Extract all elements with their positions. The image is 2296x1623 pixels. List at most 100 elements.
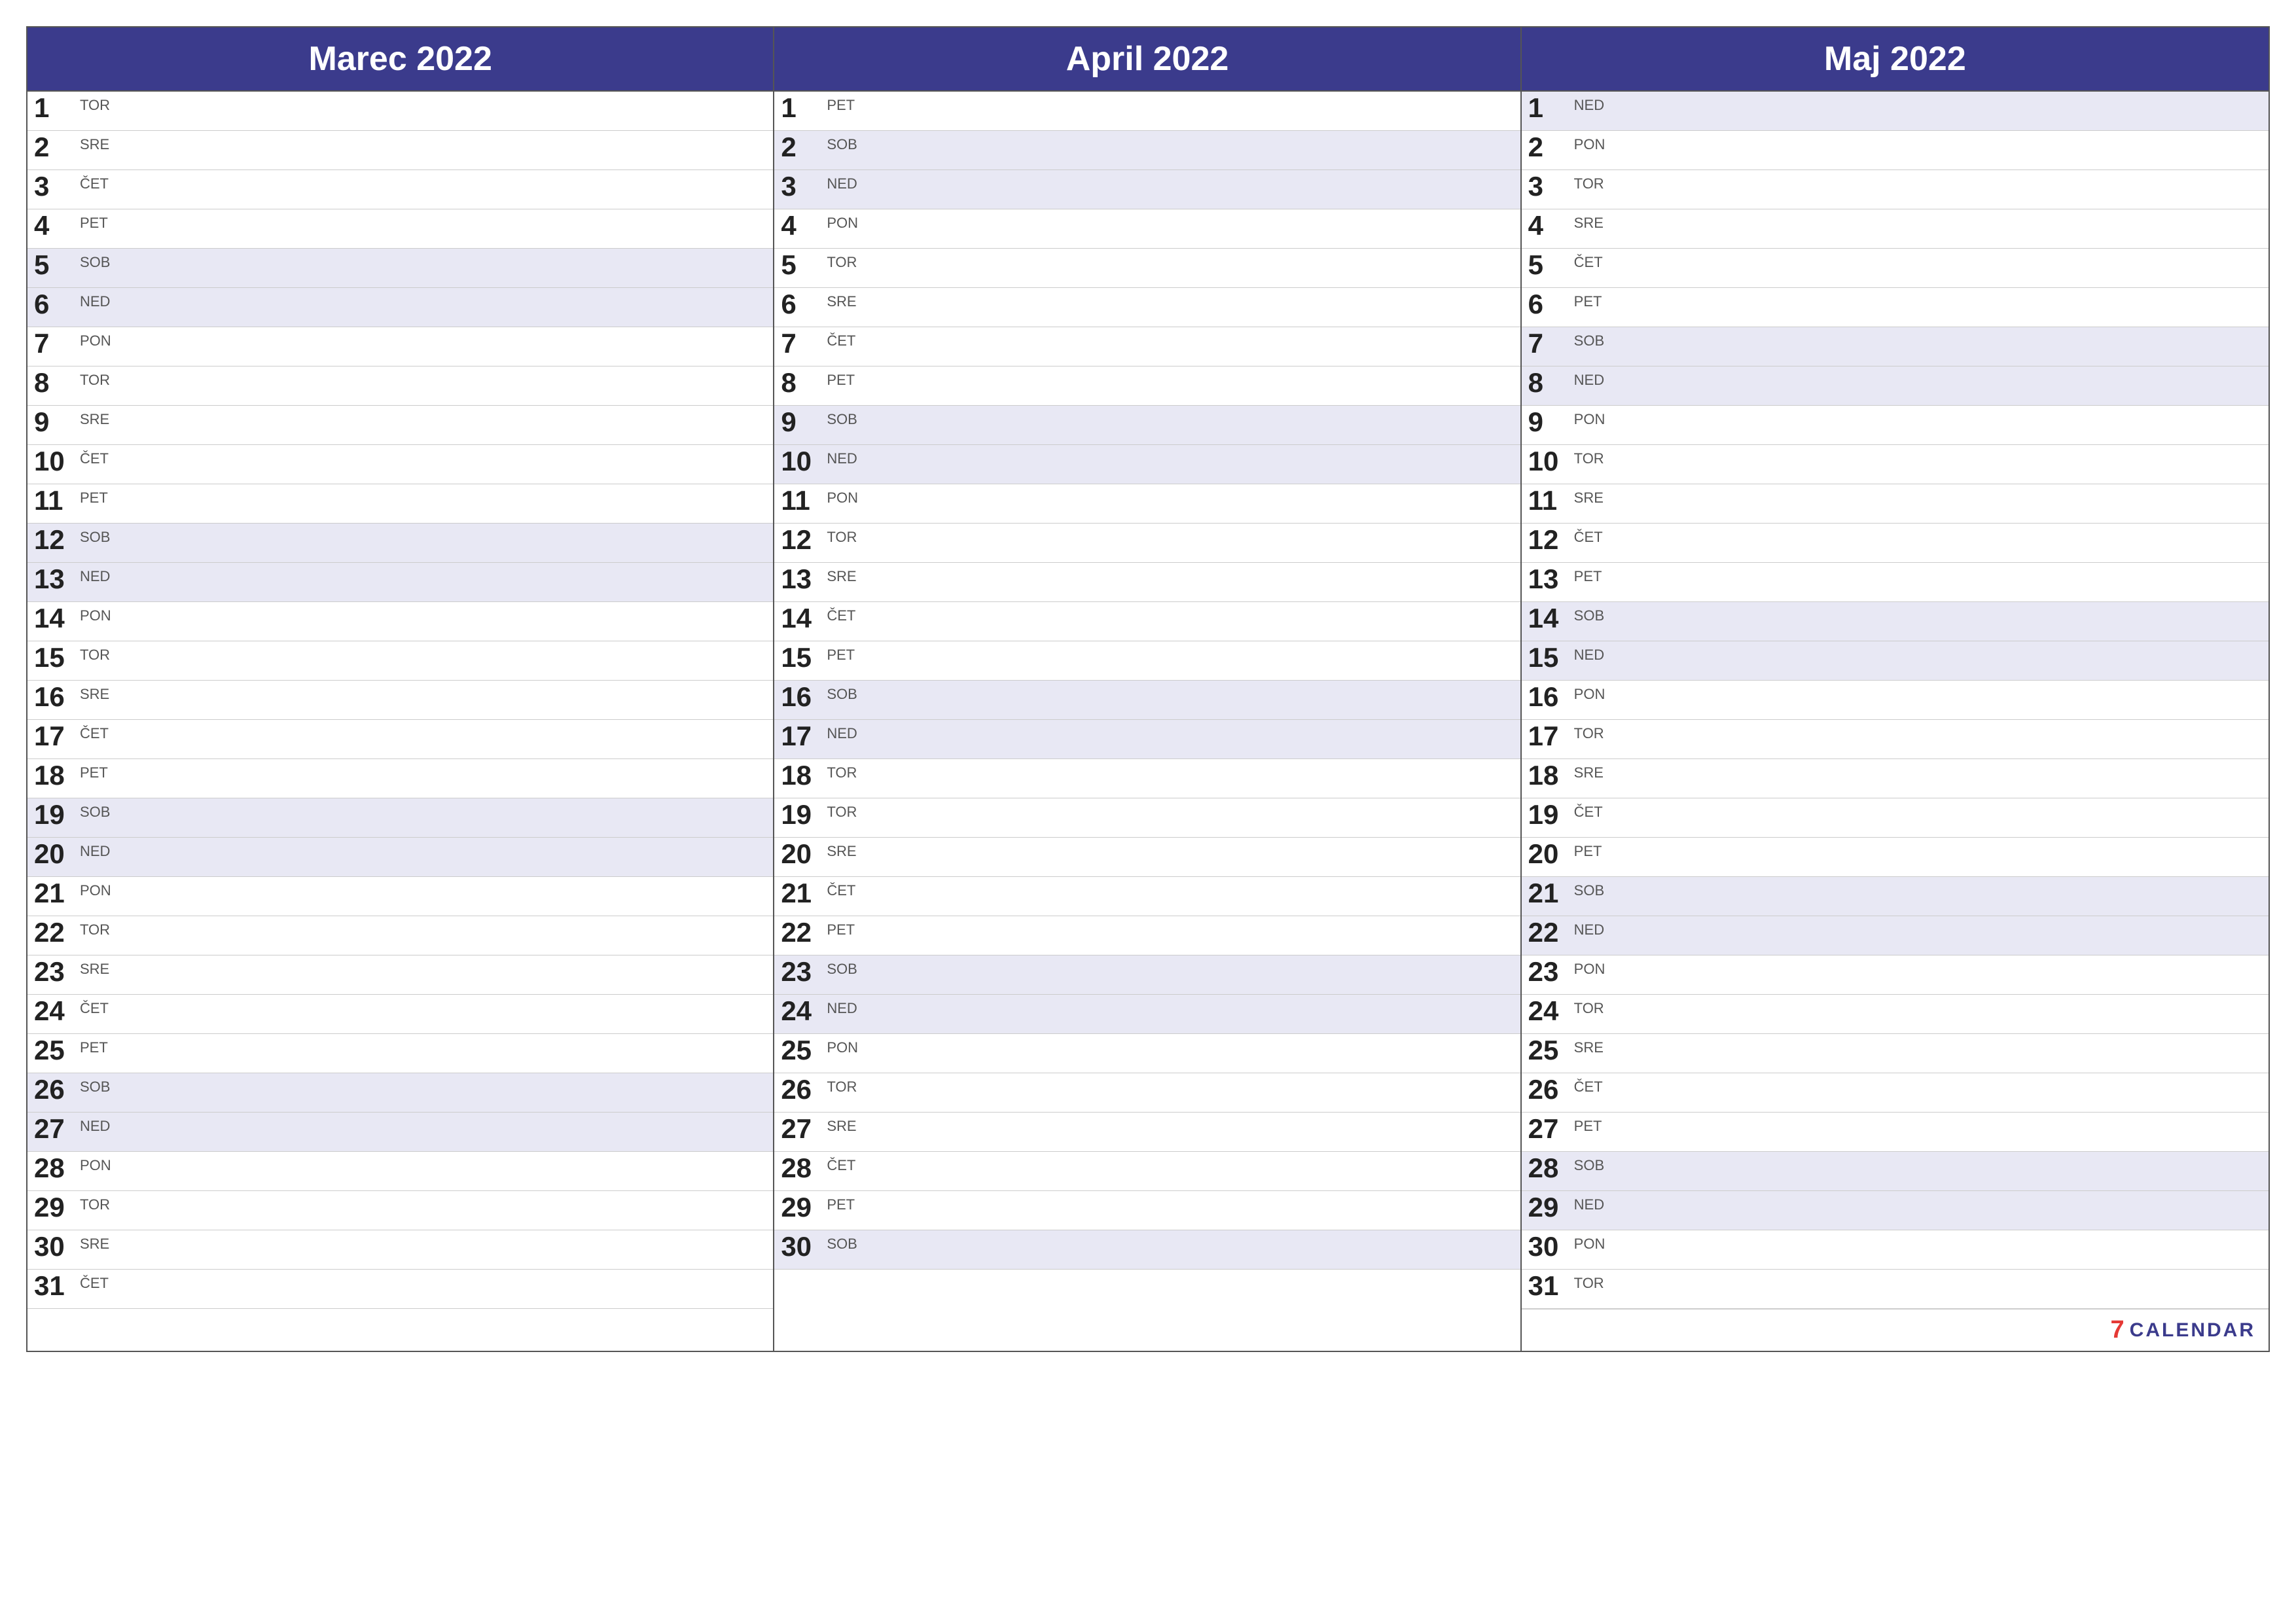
day-row: 25SRE — [1522, 1034, 2269, 1073]
day-name: TOR — [1574, 448, 1604, 467]
day-row: 26SOB — [27, 1073, 773, 1113]
day-name: PET — [80, 212, 108, 232]
day-name: ČET — [80, 722, 109, 742]
day-row: 7SOB — [1522, 327, 2269, 366]
day-number: 21 — [34, 880, 80, 907]
day-row: 8TOR — [27, 366, 773, 406]
day-number: 1 — [781, 94, 827, 122]
day-row: 3TOR — [1522, 170, 2269, 209]
day-name: SOB — [827, 134, 857, 153]
day-name: TOR — [827, 762, 857, 781]
day-name: PET — [1574, 840, 1602, 860]
day-name: NED — [827, 722, 857, 742]
day-number: 22 — [34, 919, 80, 946]
day-number: 20 — [1528, 840, 1574, 868]
day-row: 29NED — [1522, 1191, 2269, 1230]
day-row: 12SOB — [27, 524, 773, 563]
day-number: 1 — [34, 94, 80, 122]
day-row: 10TOR — [1522, 445, 2269, 484]
day-row: 14PON — [27, 602, 773, 641]
day-number: 27 — [1528, 1115, 1574, 1143]
day-name: NED — [80, 1115, 110, 1135]
day-row: 29TOR — [27, 1191, 773, 1230]
day-name: TOR — [827, 801, 857, 821]
day-name: SRE — [1574, 1037, 1604, 1056]
day-number: 23 — [781, 958, 827, 986]
day-name: SRE — [827, 291, 856, 310]
day-number: 10 — [781, 448, 827, 475]
day-number: 23 — [1528, 958, 1574, 986]
day-name: SOB — [1574, 1154, 1604, 1174]
day-row: 24ČET — [27, 995, 773, 1034]
day-row: 7PON — [27, 327, 773, 366]
day-row: 10NED — [774, 445, 1520, 484]
day-row: 4PET — [27, 209, 773, 249]
day-row: 2SRE — [27, 131, 773, 170]
day-number: 15 — [781, 644, 827, 671]
day-row: 1TOR — [27, 92, 773, 131]
day-name: SOB — [827, 408, 857, 428]
day-number: 8 — [34, 369, 80, 397]
day-row: 20SRE — [774, 838, 1520, 877]
day-name: TOR — [80, 919, 110, 938]
day-row: 16SRE — [27, 681, 773, 720]
day-name: PET — [1574, 1115, 1602, 1135]
day-name: PET — [827, 1194, 855, 1213]
day-name: SRE — [827, 1115, 856, 1135]
day-number: 26 — [34, 1076, 80, 1103]
day-number: 3 — [34, 173, 80, 200]
day-name: SOB — [80, 801, 110, 821]
day-row: 27PET — [1522, 1113, 2269, 1152]
month-header-marec-2022: Marec 2022 — [27, 27, 773, 92]
day-row: 22PET — [774, 916, 1520, 955]
day-row: 9SRE — [27, 406, 773, 445]
day-name: ČET — [80, 173, 109, 192]
day-row: 27SRE — [774, 1113, 1520, 1152]
day-name: PET — [827, 369, 855, 389]
day-number: 28 — [781, 1154, 827, 1182]
day-name: SOB — [80, 1076, 110, 1096]
day-number: 24 — [34, 997, 80, 1025]
day-number: 14 — [1528, 605, 1574, 632]
day-name: TOR — [1574, 173, 1604, 192]
day-name: ČET — [80, 448, 109, 467]
day-row: 2PON — [1522, 131, 2269, 170]
day-row: 19ČET — [1522, 798, 2269, 838]
day-row: 18TOR — [774, 759, 1520, 798]
day-number: 27 — [34, 1115, 80, 1143]
day-name: PON — [80, 605, 111, 624]
day-name: SOB — [80, 251, 110, 271]
day-number: 28 — [34, 1154, 80, 1182]
day-row: 9PON — [1522, 406, 2269, 445]
day-number: 30 — [1528, 1233, 1574, 1260]
day-number: 19 — [1528, 801, 1574, 829]
day-name: ČET — [1574, 801, 1603, 821]
day-name: SRE — [80, 134, 109, 153]
day-number: 7 — [1528, 330, 1574, 357]
day-number: 15 — [1528, 644, 1574, 671]
day-number: 29 — [781, 1194, 827, 1221]
day-row: 8PET — [774, 366, 1520, 406]
day-number: 9 — [34, 408, 80, 436]
day-number: 17 — [34, 722, 80, 750]
day-number: 17 — [781, 722, 827, 750]
day-number: 13 — [781, 565, 827, 593]
day-name: PET — [1574, 291, 1602, 310]
month-col-april-2022: April 20221PET2SOB3NED4PON5TOR6SRE7ČET8P… — [774, 27, 1521, 1351]
day-name: PON — [1574, 683, 1605, 703]
day-row: 20NED — [27, 838, 773, 877]
day-name: NED — [80, 840, 110, 860]
day-row: 5SOB — [27, 249, 773, 288]
day-row: 31TOR — [1522, 1270, 2269, 1309]
day-number: 3 — [781, 173, 827, 200]
day-row: 11PON — [774, 484, 1520, 524]
day-row: 6PET — [1522, 288, 2269, 327]
day-row: 13PET — [1522, 563, 2269, 602]
day-row: 22NED — [1522, 916, 2269, 955]
day-number: 2 — [1528, 134, 1574, 161]
day-number: 2 — [781, 134, 827, 161]
day-number: 17 — [1528, 722, 1574, 750]
day-number: 20 — [781, 840, 827, 868]
day-number: 14 — [34, 605, 80, 632]
day-name: SRE — [80, 683, 109, 703]
